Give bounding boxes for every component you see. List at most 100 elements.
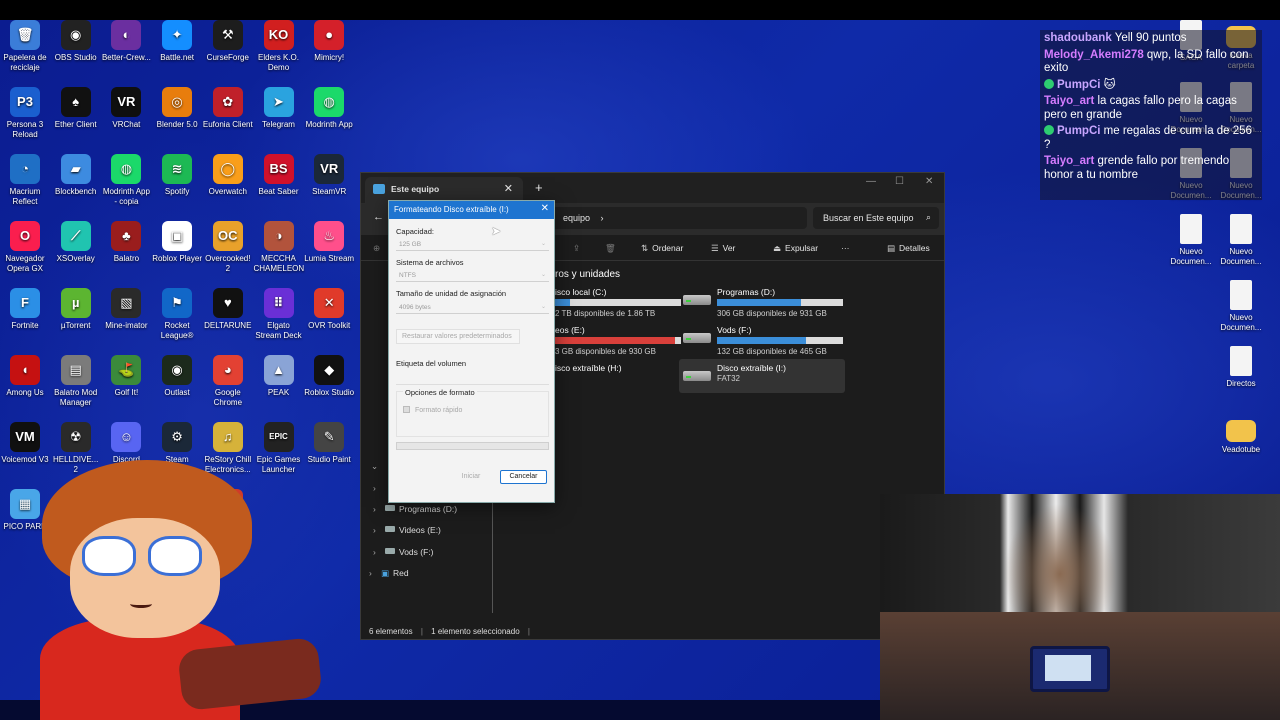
desktop-shortcut[interactable]: ⚒ CurseForge <box>203 20 253 63</box>
sidebar-item-collapsed[interactable]: › <box>373 483 385 493</box>
sort-icon: ⇅ <box>641 243 649 253</box>
desktop-shortcut[interactable]: Nuevo Documen... <box>1216 280 1266 332</box>
this-pc-expander[interactable]: ⌄ <box>371 461 383 472</box>
desktop-shortcut[interactable]: Nuevo Documen... <box>1166 214 1216 266</box>
drive-tile[interactable]: Programas (D:) 306 GB disponibles de 931 … <box>683 287 879 321</box>
desktop-shortcut[interactable]: Veadotube <box>1216 414 1266 455</box>
desktop-shortcut[interactable]: ◎ Blender 5.0 <box>152 87 202 130</box>
minimize-icon[interactable]: — <box>866 176 876 187</box>
desktop-shortcut[interactable]: ◆ Roblox Studio <box>304 355 354 398</box>
desktop-shortcut[interactable]: VR VRChat <box>101 87 151 130</box>
chat-message: shadoubank Yell 90 puntos <box>1044 32 1258 46</box>
back-arrow-icon[interactable]: ← <box>373 211 384 223</box>
desktop-shortcut[interactable]: ◐ Better-Crew... <box>101 20 151 63</box>
desktop-shortcut[interactable]: ≋ Spotify <box>152 154 202 197</box>
details-label: Detalles <box>899 243 930 253</box>
desktop-shortcut[interactable]: µ µTorrent <box>51 288 101 331</box>
desktop-shortcut[interactable]: BS Beat Saber <box>254 154 304 197</box>
close-window-icon[interactable]: ✕ <box>925 176 933 187</box>
desktop-shortcut[interactable]: ⛳ Golf It! <box>101 355 151 398</box>
chat-text: Yell 90 puntos <box>1111 32 1187 44</box>
drive-icon <box>385 548 395 554</box>
outlast-icon: ◉ <box>162 355 193 385</box>
address-bar[interactable]: equipo › <box>551 207 807 229</box>
desktop-shortcut[interactable]: ◖ Among Us <box>0 355 50 398</box>
filesystem-select[interactable]: NTFS ⌄ <box>396 269 549 282</box>
search-input[interactable]: Buscar en Este equipo ⌕ <box>813 207 939 229</box>
desktop-shortcut[interactable]: ◕ Google Chrome <box>203 355 253 407</box>
quick-format-checkbox[interactable]: Formato rápido <box>403 406 462 414</box>
desktop-shortcut[interactable]: P3 Persona 3 Reload <box>0 87 50 139</box>
desktop-shortcut[interactable]: ▣ Roblox Player <box>152 221 202 264</box>
desktop-shortcut[interactable]: ◉ Outlast <box>152 355 202 398</box>
view-button[interactable]: ☰ Ver <box>711 243 735 254</box>
cancel-button[interactable]: Cancelar <box>500 470 547 484</box>
desktop-shortcut[interactable]: ▰ Blockbench <box>51 154 101 197</box>
start-button[interactable]: Iniciar <box>449 471 493 484</box>
desktop-shortcut[interactable]: OC Overcooked! 2 <box>203 221 253 273</box>
eject-button[interactable]: ⏏ Expulsar <box>773 243 818 254</box>
desktop-shortcut[interactable]: ▲ PEAK <box>254 355 304 398</box>
more-options-button[interactable]: ··· <box>841 243 850 253</box>
capacity-label: Capacidad: <box>396 227 434 236</box>
maximize-icon[interactable]: ☐ <box>895 176 904 187</box>
capacity-select[interactable]: 125 GB ⌄ <box>396 238 549 251</box>
details-button[interactable]: ▤ Detalles <box>887 243 930 254</box>
close-icon[interactable]: ✕ <box>541 203 549 214</box>
sidebar-item-videos[interactable]: › Videos (E:) <box>373 525 441 535</box>
desktop-shortcut[interactable]: KO Elders K.O. Demo <box>254 20 304 72</box>
sidebar-item-vods[interactable]: › Vods (F:) <box>373 547 433 557</box>
desktop-shortcut-label: XSOverlay <box>56 254 95 263</box>
desktop-shortcut[interactable]: ♥ DELTARUNE <box>203 288 253 331</box>
desktop-shortcut[interactable]: ◔ Macrium Reflect <box>0 154 50 206</box>
desktop-shortcut[interactable]: ◉ OBS Studio <box>51 20 101 63</box>
desktop-shortcut[interactable]: ▤ Balatro Mod Manager <box>51 355 101 407</box>
desktop-shortcut[interactable]: ◍ Modrinth App <box>304 87 354 130</box>
desktop-shortcut[interactable]: ⟋ XSOverlay <box>51 221 101 264</box>
sort-button[interactable]: ⇅ Ordenar <box>641 243 683 254</box>
desktop-shortcut-label: Elgato Stream Deck <box>255 321 302 340</box>
desktop-shortcut[interactable]: ✕ OVR Toolkit <box>304 288 354 331</box>
desktop-shortcut[interactable]: 🗑 Papelera de reciclaje <box>0 20 50 72</box>
desktop-shortcut-label: MECCHA CHAMELEON <box>253 254 305 273</box>
close-tab-icon[interactable]: ✕ <box>504 182 513 195</box>
desktop-shortcut[interactable]: ◍ Modrinth App - copia <box>101 154 151 206</box>
new-item-icon[interactable]: ⊕ <box>373 243 380 254</box>
restore-defaults-button[interactable]: Restaurar valores predeterminados <box>396 329 520 344</box>
allocation-select[interactable]: 4096 bytes ⌄ <box>396 301 549 314</box>
desktop-shortcut-label: Roblox Player <box>152 254 202 263</box>
desktop-shortcut[interactable]: Nuevo Documen... <box>1216 214 1266 266</box>
desktop-shortcut[interactable]: ◑ MECCHA CHAMELEON <box>254 221 304 273</box>
desktop-shortcut[interactable]: ✦ Battle.net <box>152 20 202 63</box>
stream-deck-icon: ⠿ <box>263 288 294 318</box>
desktop-shortcut[interactable]: ● Mimicry! <box>304 20 354 63</box>
desktop-shortcut[interactable]: ➤ Telegram <box>254 87 304 130</box>
desktop-shortcut[interactable]: ♠ Ether Client <box>51 87 101 130</box>
format-options-group: Opciones de formato Formato rápido <box>396 388 549 437</box>
chevron-right-icon: › <box>373 483 376 493</box>
chat-username: Melody_Akemi278 <box>1044 48 1144 61</box>
desktop-shortcut[interactable]: ▧ Mine-imator <box>101 288 151 331</box>
delete-icon[interactable]: 🗑 <box>605 243 616 254</box>
drive-tile[interactable]: Vods (F:) 132 GB disponibles de 465 GB <box>683 325 879 359</box>
share-icon[interactable]: ⇪ <box>573 243 580 254</box>
drive-tile[interactable]: Disco extraíble (I:) FAT32 <box>683 363 879 397</box>
desktop-shortcut[interactable]: ⠿ Elgato Stream Deck <box>254 288 304 340</box>
volume-label-label: Etiqueta del volumen <box>396 359 467 368</box>
volume-label-input[interactable] <box>396 375 549 385</box>
desktop-shortcut[interactable]: ◯ Overwatch <box>203 154 253 197</box>
desktop-shortcut-label: Veadotube <box>1221 445 1261 454</box>
desktop-shortcut[interactable]: ♣ Balatro <box>101 221 151 264</box>
desktop-shortcut[interactable]: VR SteamVR <box>304 154 354 197</box>
new-tab-icon[interactable]: + <box>535 180 543 195</box>
eject-icon: ⏏ <box>773 243 782 253</box>
desktop-shortcut[interactable]: ⚑ Rocket League® <box>152 288 202 340</box>
view-label: Ver <box>722 243 736 253</box>
desktop-shortcut[interactable]: Directos <box>1216 346 1266 389</box>
desktop-shortcut[interactable]: ✿ Eufonia Client <box>203 87 253 130</box>
sidebar-item-red[interactable]: › ▣ Red <box>369 568 409 579</box>
desktop-shortcut[interactable]: O Navegador Opera GX <box>0 221 50 273</box>
desktop-shortcut[interactable]: F Fortnite <box>0 288 50 331</box>
sidebar-item-programas[interactable]: › Programas (D:) <box>373 504 457 514</box>
desktop-shortcut[interactable]: ♨ Lumia Stream <box>304 221 354 264</box>
